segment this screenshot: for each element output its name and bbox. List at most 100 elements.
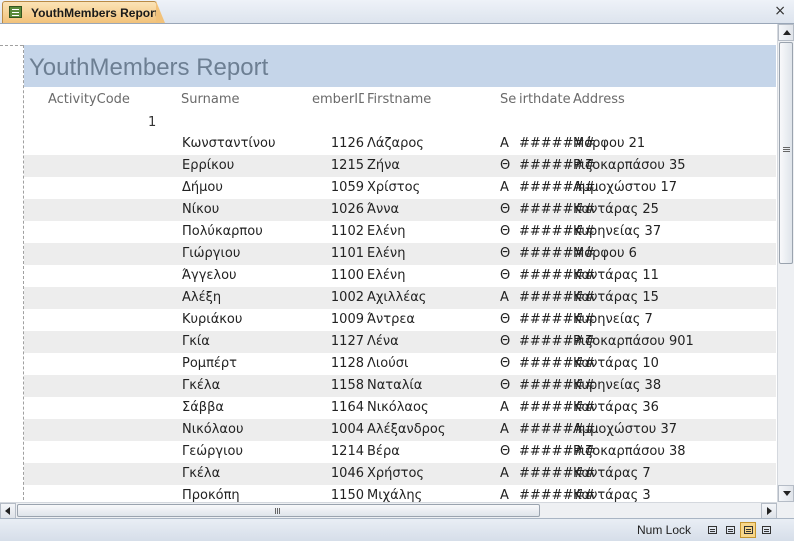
arrow-up-icon (783, 30, 791, 35)
report-tab-label: YouthMembers Report (31, 6, 159, 20)
cell-sex: Θ (500, 378, 511, 393)
cell-sex: Α (500, 488, 509, 502)
cell-member-id: 1150 (330, 488, 364, 502)
cell-surname: Γιώργιου (182, 246, 241, 261)
cell-firstname: Λιούσι (367, 356, 409, 371)
cell-address: Κυρηνείας 37 (573, 224, 662, 239)
table-row: Κυριάκου 1009 Άντρεα Θ ####### Κυρηνείας 7 (24, 309, 776, 331)
cell-surname: Κωνσταντίνου (182, 136, 276, 151)
table-row: Γιώργιου 1101 Ελένη Θ ####### Μόρφου 6 (24, 243, 776, 265)
cell-member-id: 1102 (330, 224, 364, 239)
header-memberid: emberID (312, 92, 364, 107)
header-firstname: Firstname (367, 92, 432, 107)
report-title: YouthMembers Report (29, 54, 269, 81)
cell-address: Ριζοκαρπάσου 35 (573, 158, 686, 173)
cell-sex: Θ (500, 312, 511, 327)
table-row: Γκέλα 1158 Ναταλία Θ ####### Κυρηνείας 38 (24, 375, 776, 397)
cell-member-id: 1128 (330, 356, 364, 371)
cell-surname: Ρομπέρτ (182, 356, 237, 371)
grip-icon (275, 508, 276, 514)
cell-member-id: 1059 (330, 180, 364, 195)
cell-address: Μόρφου 6 (573, 246, 637, 261)
cell-sex: Α (500, 466, 509, 481)
close-icon[interactable]: × (774, 3, 786, 19)
header-address: Address (573, 92, 625, 107)
cell-address: Ριζοκαρπάσου 901 (573, 334, 694, 349)
report-view-button[interactable] (704, 522, 720, 538)
scroll-down-button[interactable] (778, 485, 794, 502)
activitycode-group-value: 1 (148, 115, 157, 130)
cell-sex: Θ (500, 444, 511, 459)
report-tab[interactable]: YouthMembers Report (2, 1, 165, 23)
table-row: Δήμου 1059 Χρίστος Α ####### Αμμοχώστου 17 (24, 177, 776, 199)
table-row: Προκόπη 1150 Μιχάλης Α ####### Καντάρας 3 (24, 485, 776, 502)
table-row: Ερρίκου 1215 Ζήνα Θ ####### Ριζοκαρπάσου 35 (24, 155, 776, 177)
design-view-button[interactable] (758, 522, 774, 538)
cell-member-id: 1164 (330, 400, 364, 415)
cell-member-id: 1002 (330, 290, 364, 305)
design-view-icon (762, 526, 771, 534)
cell-member-id: 1100 (330, 268, 364, 283)
cell-surname: Γεώργιου (182, 444, 243, 459)
cell-surname: Νικόλαου (182, 422, 244, 437)
cell-surname: Αλέξη (182, 290, 222, 305)
cell-firstname: Ελένη (367, 224, 406, 239)
cell-member-id: 1101 (330, 246, 364, 261)
table-row: Νίκου 1026 Άννα Θ ####### Καντάρας 25 (24, 199, 776, 221)
print-preview-icon (726, 526, 735, 534)
header-sex: Se (500, 92, 517, 107)
cell-firstname: Άντρεα (367, 312, 415, 327)
table-row: Γεώργιου 1214 Βέρα Θ ####### Ριζοκαρπάσου 38 (24, 441, 776, 463)
cell-address: Καντάρας 10 (573, 356, 659, 371)
cell-surname: Άγγελου (182, 268, 237, 283)
scrollbar-corner (777, 502, 794, 518)
table-row: Ρομπέρτ 1128 Λιούσι Θ ####### Καντάρας 10 (24, 353, 776, 375)
header-activitycode: ActivityCode (48, 92, 130, 107)
table-row: Σάββα 1164 Νικόλαος Α ####### Καντάρας 36 (24, 397, 776, 419)
scroll-up-button[interactable] (778, 24, 794, 41)
arrow-down-icon (783, 491, 791, 496)
scroll-left-button[interactable] (0, 503, 16, 519)
cell-surname: Νίκου (182, 202, 220, 217)
cell-address: Καντάρας 7 (573, 466, 651, 481)
cell-surname: Προκόπη (182, 488, 240, 502)
cell-sex: Θ (500, 158, 511, 173)
cell-firstname: Άννα (367, 202, 400, 217)
cell-sex: Θ (500, 356, 511, 371)
cell-firstname: Ελένη (367, 268, 406, 283)
horizontal-scrollbar[interactable] (0, 502, 777, 519)
document-tab-bar: YouthMembers Report × (0, 0, 794, 24)
report-surface: YouthMembers Report ActivityCode Surname… (0, 24, 776, 502)
cell-sex: Α (500, 290, 509, 305)
cell-firstname: Λάζαρος (367, 136, 424, 151)
cell-sex: Θ (500, 246, 511, 261)
cell-address: Αμμοχώστου 17 (573, 180, 677, 195)
cell-member-id: 1046 (330, 466, 364, 481)
cell-sex: Α (500, 400, 509, 415)
cell-surname: Ερρίκου (182, 158, 235, 173)
cell-firstname: Χρίστος (367, 180, 421, 195)
status-bar: Num Lock (0, 518, 794, 541)
cell-sex: Α (500, 422, 509, 437)
table-row: Γκία 1127 Λένα Θ ####### Ριζοκαρπάσου 901 (24, 331, 776, 353)
vertical-scrollbar[interactable] (777, 24, 794, 502)
cell-firstname: Μιχάλης (367, 488, 423, 502)
cell-firstname: Αχιλλέας (367, 290, 427, 305)
arrow-right-icon (767, 507, 772, 515)
arrow-left-icon (5, 507, 10, 515)
layout-view-button[interactable] (740, 522, 756, 538)
vertical-scroll-thumb[interactable] (779, 42, 793, 264)
horizontal-scroll-thumb[interactable] (17, 504, 540, 517)
cell-sex: Α (500, 180, 509, 195)
cell-address: Αμμοχώστου 37 (573, 422, 677, 437)
cell-firstname: Νικόλαος (367, 400, 429, 415)
scroll-right-button[interactable] (761, 503, 777, 519)
cell-surname: Δήμου (182, 180, 223, 195)
cell-address: Καντάρας 36 (573, 400, 659, 415)
num-lock-indicator: Num Lock (637, 523, 692, 537)
cell-member-id: 1215 (330, 158, 364, 173)
table-row: Κωνσταντίνου 1126 Λάζαρος Α ####### Μόρφου 21 (24, 133, 776, 155)
cell-surname: Γκέλα (182, 378, 221, 393)
print-preview-button[interactable] (722, 522, 738, 538)
table-row: Άγγελου 1100 Ελένη Θ ####### Καντάρας 11 (24, 265, 776, 287)
